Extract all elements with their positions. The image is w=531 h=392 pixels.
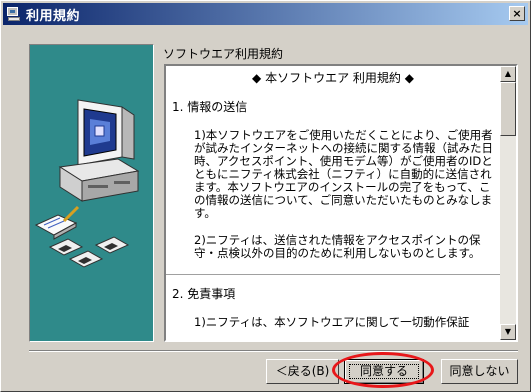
agreement-title: ◆ 本ソフトウエア 利用規約 ◆ bbox=[252, 71, 414, 85]
license-text-box[interactable]: ◆ 本ソフトウエア 利用規約 ◆ 1. 情報の送信 1)本ソフトウエアをご使用い… bbox=[164, 64, 518, 342]
section-label: ソフトウエア利用規約 bbox=[163, 47, 284, 61]
divider bbox=[166, 274, 500, 275]
vertical-scrollbar[interactable]: ▲ ▼ bbox=[500, 66, 516, 340]
license-text-content: ◆ 本ソフトウエア 利用規約 ◆ 1. 情報の送信 1)本ソフトウエアをご使用い… bbox=[166, 66, 500, 340]
scroll-down-button[interactable]: ▼ bbox=[500, 324, 516, 340]
focus-rect bbox=[349, 364, 419, 379]
agree-button[interactable]: 同意する bbox=[344, 359, 424, 384]
paragraph: 1)ニフティは、本ソフトウエアに関して一切動作保証 bbox=[194, 315, 470, 329]
section-heading: 1. 情報の送信 bbox=[172, 100, 248, 114]
scroll-thumb[interactable] bbox=[500, 82, 516, 136]
back-button[interactable]: ＜戻る(B) bbox=[266, 359, 339, 384]
computer-icon bbox=[6, 6, 22, 22]
paragraph: 2)ニフティは、送信された情報をアクセスポイントの保守・点検以外の目的のために利… bbox=[194, 233, 481, 260]
computer-illustration-icon bbox=[34, 99, 140, 268]
dialog-window: 利用規約 × ソフトウエア利用規約 ◆ 本ソフトウエア 利用規約 ◆ 1. 情報… bbox=[0, 0, 531, 392]
title-bar[interactable]: 利用規約 × bbox=[3, 3, 528, 25]
section-heading: 2. 免責事項 bbox=[172, 287, 236, 301]
window-title: 利用規約 bbox=[26, 8, 81, 24]
setup-illustration bbox=[29, 44, 154, 342]
close-button[interactable]: × bbox=[509, 6, 525, 21]
scroll-up-button[interactable]: ▲ bbox=[500, 66, 516, 82]
separator bbox=[29, 350, 518, 352]
paragraph: 1)本ソフトウエアをご使用いただくことにより、ご使用者が試みたインターネットへの… bbox=[194, 128, 493, 220]
disagree-button[interactable]: 同意しない bbox=[441, 359, 518, 384]
